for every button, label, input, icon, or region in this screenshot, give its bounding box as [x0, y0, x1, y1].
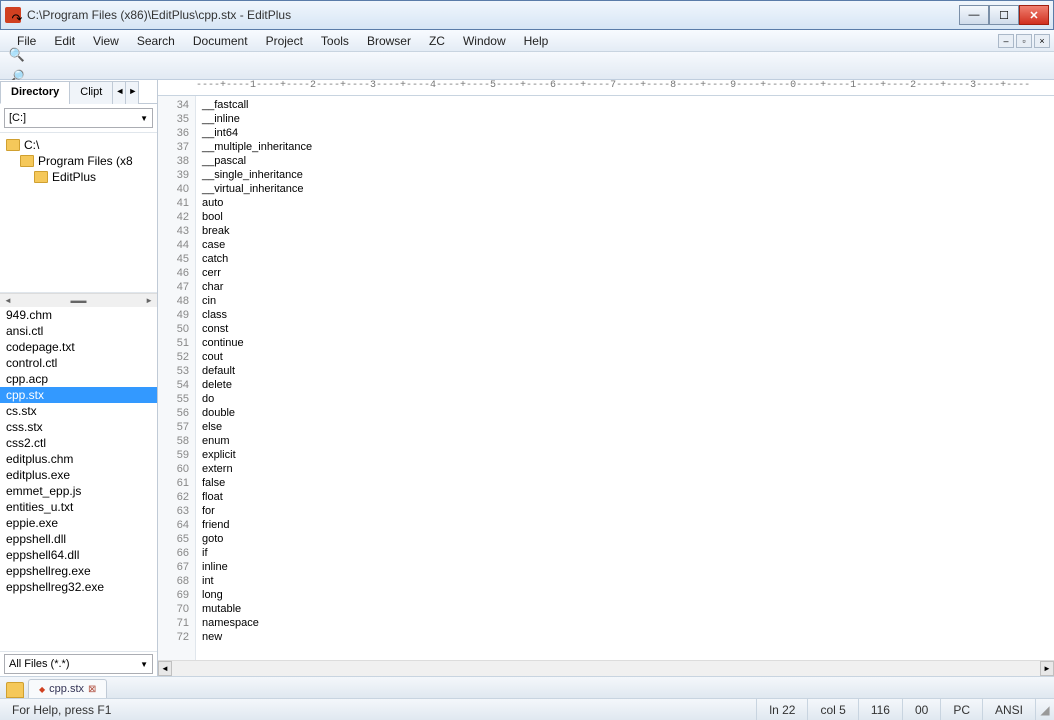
menu-project[interactable]: Project: [257, 31, 312, 51]
status-encoding: ANSI: [983, 699, 1036, 720]
tree-folder[interactable]: EditPlus: [2, 169, 155, 185]
file-item[interactable]: emmet_epp.js: [0, 483, 157, 499]
toolbar-button[interactable]: ↷: [6, 8, 28, 30]
menu-search[interactable]: Search: [128, 31, 184, 51]
hscroll-left[interactable]: ◄: [158, 661, 172, 676]
file-item[interactable]: eppshellreg.exe: [0, 563, 157, 579]
status-line: ln 22: [757, 699, 808, 720]
status-help: For Help, press F1: [0, 699, 757, 720]
close-button[interactable]: ✕: [1019, 5, 1049, 25]
tree-folder[interactable]: C:\: [2, 137, 155, 153]
file-item[interactable]: ansi.ctl: [0, 323, 157, 339]
file-item[interactable]: cs.stx: [0, 403, 157, 419]
status-length: 116: [859, 699, 903, 720]
drive-selector[interactable]: [C:] ▼: [4, 108, 153, 128]
file-item[interactable]: codepage.txt: [0, 339, 157, 355]
toolbar-button[interactable]: ↶: [6, 0, 28, 8]
resize-grip[interactable]: ◢: [1036, 703, 1054, 717]
maximize-button[interactable]: ☐: [989, 5, 1019, 25]
folder-icon: [34, 171, 48, 183]
tree-hscroll[interactable]: ◄▬▬►: [0, 293, 157, 307]
status-mode: PC: [941, 699, 983, 720]
file-item[interactable]: eppshell64.dll: [0, 547, 157, 563]
mdi-close-button[interactable]: ×: [1034, 34, 1050, 48]
status-selection: 00: [903, 699, 941, 720]
file-item[interactable]: css2.ctl: [0, 435, 157, 451]
hscroll-right[interactable]: ►: [1040, 661, 1054, 676]
menu-tools[interactable]: Tools: [312, 31, 358, 51]
window-title: C:\Program Files (x86)\EditPlus\cpp.stx …: [27, 8, 959, 22]
menu-window[interactable]: Window: [454, 31, 515, 51]
file-list[interactable]: 949.chmansi.ctlcodepage.txtcontrol.ctlcp…: [0, 307, 157, 652]
mdi-restore-button[interactable]: ▫: [1016, 34, 1032, 48]
file-item[interactable]: eppie.exe: [0, 515, 157, 531]
file-item[interactable]: 949.chm: [0, 307, 157, 323]
chevron-down-icon: ▼: [140, 660, 148, 669]
title-bar: C:\Program Files (x86)\EditPlus\cpp.stx …: [0, 0, 1054, 30]
menu-browser[interactable]: Browser: [358, 31, 420, 51]
file-item[interactable]: cpp.stx: [0, 387, 157, 403]
menu-view[interactable]: View: [84, 31, 128, 51]
file-item[interactable]: editplus.exe: [0, 467, 157, 483]
folder-icon: [20, 155, 34, 167]
doc-tab-cpp-stx[interactable]: ◆ cpp.stx ⊠: [28, 679, 107, 698]
minimize-button[interactable]: —: [959, 5, 989, 25]
drive-label: [C:]: [9, 112, 26, 124]
tree-folder[interactable]: Program Files (x8: [2, 153, 155, 169]
status-column: col 5: [808, 699, 858, 720]
status-bar: For Help, press F1 ln 22 col 5 116 00 PC…: [0, 698, 1054, 720]
ruler: ----+----1----+----2----+----3----+----4…: [158, 80, 1054, 96]
toolbar-button[interactable]: 🔍: [6, 44, 28, 66]
menu-bar: FileEditViewSearchDocumentProjectToolsBr…: [0, 30, 1054, 52]
toolbar: 📄📂💾🗃⎘🖨🖶👁✂📋📄✖↶↷🔍🔎🔁🔤A↓HxW☰▦✔▭▣▤▥▶❓: [0, 52, 1054, 80]
editor: ----+----1----+----2----+----3----+----4…: [158, 80, 1054, 676]
folder-tree[interactable]: C:\Program Files (x8EditPlus: [0, 133, 157, 293]
doc-tab-label: cpp.stx: [49, 683, 84, 695]
menu-document[interactable]: Document: [184, 31, 257, 51]
tab-nav-right[interactable]: ►: [125, 81, 139, 104]
file-item[interactable]: eppshellreg32.exe: [0, 579, 157, 595]
sidebar: Directory Clipt ◄ ► [C:] ▼ C:\Program Fi…: [0, 80, 158, 676]
tab-directory[interactable]: Directory: [0, 81, 70, 104]
file-filter[interactable]: All Files (*.*) ▼: [4, 654, 153, 674]
tab-cliptext[interactable]: Clipt: [69, 81, 113, 104]
file-item[interactable]: eppshell.dll: [0, 531, 157, 547]
file-item[interactable]: entities_u.txt: [0, 499, 157, 515]
menu-help[interactable]: Help: [515, 31, 558, 51]
mdi-minimize-button[interactable]: –: [998, 34, 1014, 48]
folder-icon: [6, 139, 20, 151]
line-gutter: 34 35 36 37 38 39 40 41 42 43 44 45 46 4…: [158, 96, 196, 660]
filter-label: All Files (*.*): [9, 658, 70, 670]
file-item[interactable]: editplus.chm: [0, 451, 157, 467]
file-item[interactable]: control.ctl: [0, 355, 157, 371]
file-item[interactable]: css.stx: [0, 419, 157, 435]
chevron-down-icon: ▼: [140, 114, 148, 123]
doc-folder-icon[interactable]: [6, 682, 24, 698]
close-tab-icon[interactable]: ⊠: [88, 684, 96, 695]
file-item[interactable]: cpp.acp: [0, 371, 157, 387]
menu-edit[interactable]: Edit: [45, 31, 84, 51]
tab-nav-left[interactable]: ◄: [112, 81, 126, 104]
modified-dot-icon: ◆: [39, 685, 45, 694]
menu-zc[interactable]: ZC: [420, 31, 454, 51]
hscroll-track[interactable]: [172, 661, 1040, 676]
document-tabs: ◆ cpp.stx ⊠: [0, 676, 1054, 698]
code-content[interactable]: __fastcall __inline __int64 __multiple_i…: [196, 96, 1054, 660]
